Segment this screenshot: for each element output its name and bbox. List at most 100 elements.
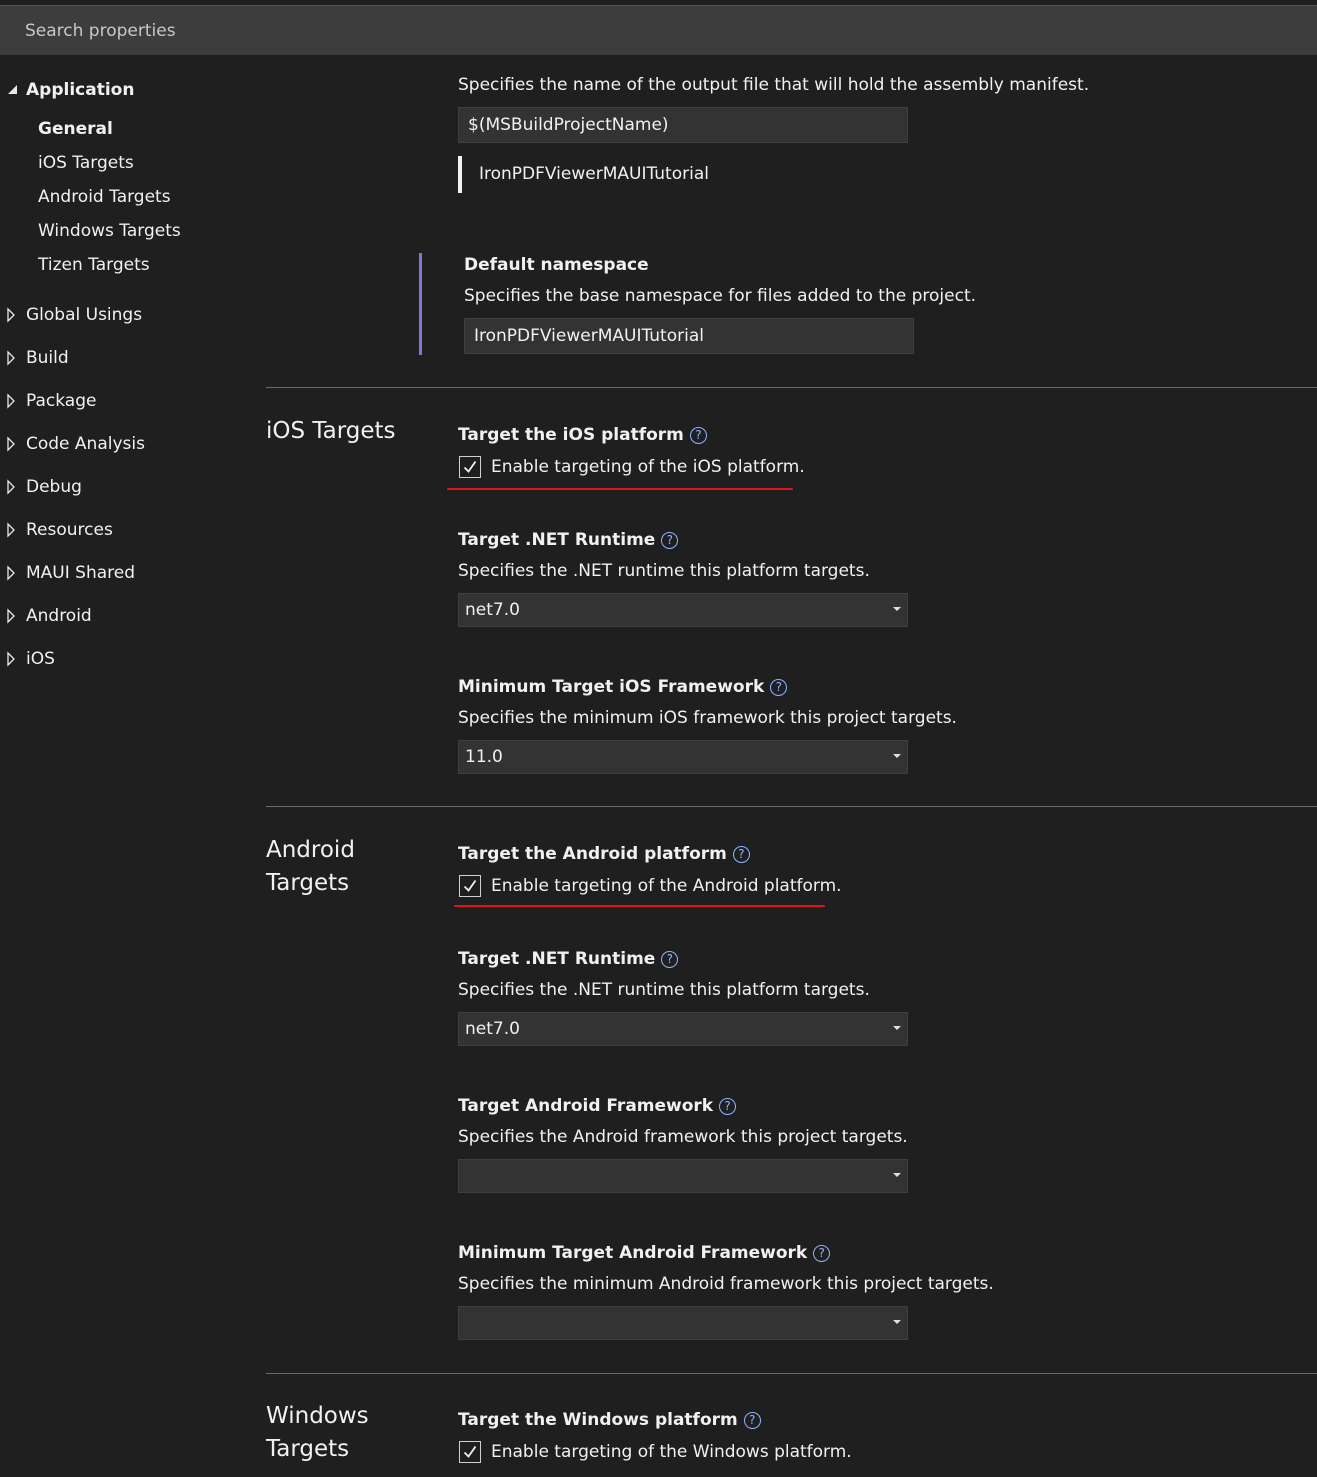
- sidebar-group-label: MAUI Shared: [26, 563, 136, 583]
- checkmark-icon: [463, 879, 477, 892]
- assembly-name-evaluated: IronPDFViewerMAUITutorial: [479, 164, 709, 184]
- triangle-right-icon: [6, 479, 18, 495]
- question-circle-icon[interactable]: ?: [732, 845, 750, 863]
- project-properties-page: Application General iOS Targets Android …: [0, 0, 1317, 1477]
- triangle-right-icon: [6, 393, 18, 409]
- windows-platform-checkbox[interactable]: [459, 1441, 481, 1463]
- section-divider: [266, 387, 1317, 388]
- search-input[interactable]: [0, 6, 1317, 55]
- sidebar-group-ios[interactable]: iOS: [0, 644, 250, 674]
- triangle-right-icon: [6, 350, 18, 366]
- property-title-text: Target .NET Runtime: [458, 949, 656, 969]
- min-ios-framework-description: Specifies the minimum iOS framework this…: [458, 708, 957, 728]
- sidebar-item-windows-targets[interactable]: Windows Targets: [38, 217, 181, 245]
- triangle-right-icon: [6, 307, 18, 323]
- target-ios-platform-title: Target the iOS platform ?: [458, 425, 707, 445]
- assembly-name-input[interactable]: $(MSBuildProjectName): [458, 107, 908, 143]
- sidebar-group-package[interactable]: Package: [0, 386, 250, 416]
- search-bar: [0, 5, 1317, 55]
- sidebar-group-label: Code Analysis: [26, 434, 145, 454]
- sidebar-group-code-analysis[interactable]: Code Analysis: [0, 429, 250, 459]
- default-namespace-description: Specifies the base namespace for files a…: [464, 286, 977, 306]
- android-net-runtime-title: Target .NET Runtime ?: [458, 949, 679, 969]
- chevron-down-icon: [893, 1320, 901, 1324]
- sidebar-group-build[interactable]: Build: [0, 343, 250, 373]
- triangle-down-icon: [6, 83, 18, 99]
- modified-indicator-bar: [419, 253, 422, 355]
- target-windows-platform-title: Target the Windows platform ?: [458, 1410, 761, 1430]
- triangle-right-icon: [6, 608, 18, 624]
- property-title-text: Target the Windows platform: [458, 1410, 738, 1430]
- ios-platform-checkbox[interactable]: [459, 456, 481, 478]
- sidebar-item-tizen-targets[interactable]: Tizen Targets: [38, 251, 150, 279]
- select-value: net7.0: [465, 1019, 520, 1039]
- question-circle-icon[interactable]: ?: [661, 950, 679, 968]
- property-title-text: Target .NET Runtime: [458, 530, 656, 550]
- sidebar-group-resources[interactable]: Resources: [0, 515, 250, 545]
- question-circle-icon[interactable]: ?: [719, 1097, 737, 1115]
- target-android-platform-title: Target the Android platform ?: [458, 844, 750, 864]
- property-title-text: Minimum Target iOS Framework: [458, 677, 765, 697]
- red-annotation-underline: [447, 488, 793, 490]
- ios-net-runtime-description: Specifies the .NET runtime this platform…: [458, 561, 870, 581]
- sidebar-item-ios-targets[interactable]: iOS Targets: [38, 149, 134, 177]
- property-title-text: Target Android Framework: [458, 1096, 714, 1116]
- sidebar-group-label: iOS: [26, 649, 55, 669]
- question-circle-icon[interactable]: ?: [743, 1411, 761, 1429]
- sidebar-group-label: Build: [26, 348, 69, 368]
- select-value: net7.0: [465, 600, 520, 620]
- sidebar-group-label: Resources: [26, 520, 113, 540]
- sidebar-group-global-usings[interactable]: Global Usings: [0, 300, 250, 330]
- sidebar-group-android[interactable]: Android: [0, 601, 250, 631]
- triangle-right-icon: [6, 522, 18, 538]
- ios-platform-checkbox-label[interactable]: Enable targeting of the iOS platform.: [491, 457, 805, 477]
- property-title-text: Target the iOS platform: [458, 425, 684, 445]
- question-circle-icon[interactable]: ?: [689, 426, 707, 444]
- android-platform-checkbox[interactable]: [459, 875, 481, 897]
- ios-net-runtime-title: Target .NET Runtime ?: [458, 530, 679, 550]
- checkmark-icon: [463, 1445, 477, 1458]
- android-framework-description: Specifies the Android framework this pro…: [458, 1127, 908, 1147]
- question-circle-icon[interactable]: ?: [770, 678, 788, 696]
- sidebar-group-label: Debug: [26, 477, 82, 497]
- question-circle-icon[interactable]: ?: [813, 1244, 831, 1262]
- chevron-down-icon: [893, 607, 901, 611]
- default-namespace-title: Default namespace: [464, 255, 649, 275]
- triangle-right-icon: [6, 651, 18, 667]
- sidebar-group-debug[interactable]: Debug: [0, 472, 250, 502]
- android-framework-select[interactable]: [458, 1159, 908, 1193]
- default-namespace-input[interactable]: IronPDFViewerMAUITutorial: [464, 318, 914, 354]
- property-title-text: Minimum Target Android Framework: [458, 1243, 808, 1263]
- assembly-name-description: Specifies the name of the output file th…: [458, 75, 1090, 95]
- question-circle-icon[interactable]: ?: [661, 531, 679, 549]
- section-divider: [266, 1373, 1317, 1374]
- sidebar-item-general[interactable]: General: [38, 115, 113, 143]
- triangle-right-icon: [6, 565, 18, 581]
- sidebar-group-maui-shared[interactable]: MAUI Shared: [0, 558, 250, 588]
- evaluated-value-bar: [458, 156, 462, 193]
- android-net-runtime-select[interactable]: net7.0: [458, 1012, 908, 1046]
- android-platform-checkbox-label[interactable]: Enable targeting of the Android platform…: [491, 876, 842, 896]
- android-net-runtime-description: Specifies the .NET runtime this platform…: [458, 980, 870, 1000]
- chevron-down-icon: [893, 1026, 901, 1030]
- chevron-down-icon: [893, 1173, 901, 1177]
- ios-net-runtime-select[interactable]: net7.0: [458, 593, 908, 627]
- android-framework-title: Target Android Framework ?: [458, 1096, 737, 1116]
- android-targets-section-title: Android Targets: [266, 837, 355, 896]
- min-android-framework-select[interactable]: [458, 1306, 908, 1340]
- sidebar-group-label: Android: [26, 606, 92, 626]
- windows-platform-checkbox-label[interactable]: Enable targeting of the Windows platform…: [491, 1442, 852, 1462]
- red-annotation-underline: [454, 905, 825, 907]
- section-divider: [266, 806, 1317, 807]
- sidebar-group-label: Application: [26, 80, 135, 100]
- min-android-framework-description: Specifies the minimum Android framework …: [458, 1274, 994, 1294]
- sidebar-group-application[interactable]: Application: [0, 75, 250, 105]
- min-ios-framework-select[interactable]: 11.0: [458, 740, 908, 774]
- ios-targets-section-title: iOS Targets: [266, 418, 396, 444]
- sidebar-item-android-targets[interactable]: Android Targets: [38, 183, 171, 211]
- chevron-down-icon: [893, 754, 901, 758]
- select-value: 11.0: [465, 747, 503, 767]
- sidebar-group-label: Global Usings: [26, 305, 143, 325]
- property-title-text: Target the Android platform: [458, 844, 727, 864]
- checkmark-icon: [463, 460, 477, 473]
